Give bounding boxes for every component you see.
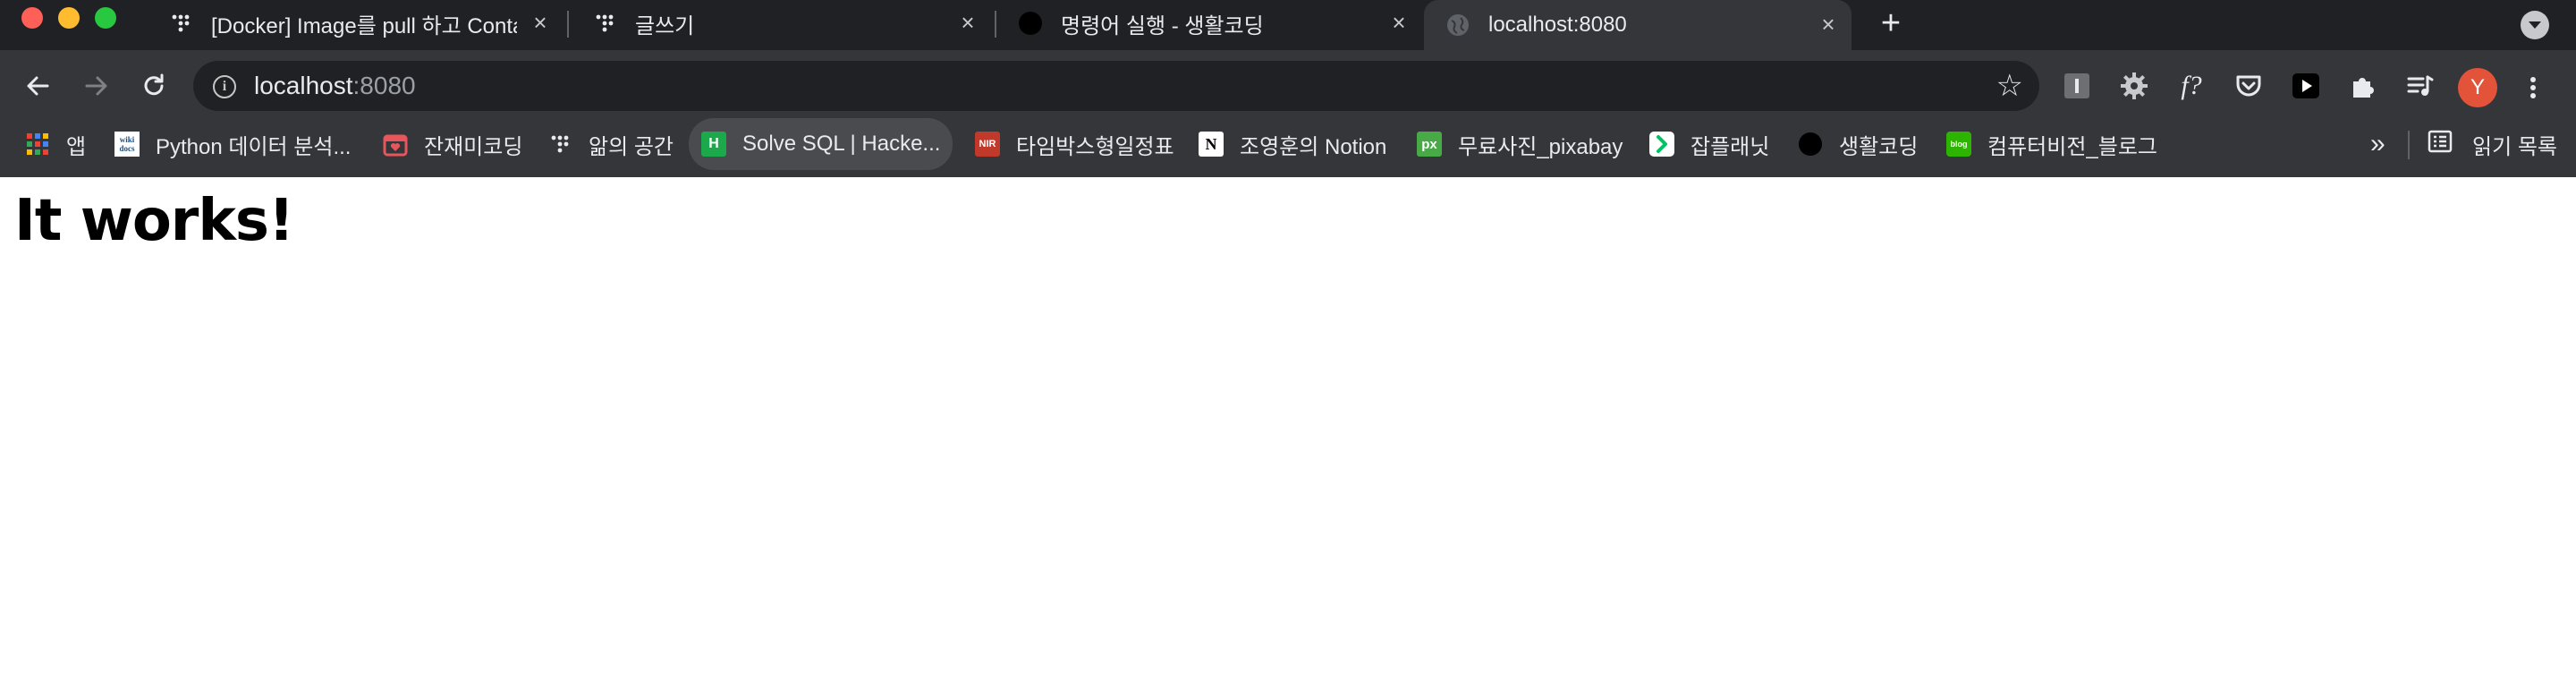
opentutorials-icon [1798,132,1823,157]
hackerrank-icon: H [701,132,726,157]
puzzle-icon[interactable] [2347,70,2379,102]
tab-title: 명령어 실행 - 생활코딩 [1061,13,1264,38]
page-viewport: It works! [0,177,2576,698]
tab-write[interactable]: 글쓰기 × [571,0,991,47]
bookmark-label: 타임박스형일정표 [1016,134,1174,159]
bookmark-notion[interactable]: N 조영훈의 Notion [1199,118,1386,170]
navigation-toolbar: i localhost:8080 ☆ f? Y [0,50,2576,122]
calendar-heart-icon [383,132,408,157]
reading-list-button[interactable]: 읽기 목록 [2428,118,2557,170]
bookmark-jobplanet[interactable]: 잡플래닛 [1649,118,1769,170]
formula-icon[interactable]: f? [2175,70,2207,102]
bookmark-label: 잡플래닛 [1690,134,1770,159]
nir-icon: NIR [975,132,1000,157]
media-list-icon[interactable] [2404,70,2436,102]
bookmark-label: 생활코딩 [1839,134,1919,159]
window-minimize-button[interactable] [58,7,80,29]
new-tab-button[interactable]: + [1873,5,1909,41]
bookmark-label: 컴퓨터비전_블로그 [1987,134,2157,159]
tab-search-button[interactable] [2521,11,2549,39]
window-close-button[interactable] [21,7,43,29]
reading-list-label: 읽기 목록 [2472,134,2557,159]
bookmark-janjaemi[interactable]: 잔재미코딩 [383,118,522,170]
bookmark-label: 무료사진_pixabay [1458,134,1623,159]
bookmarks-divider [2408,131,2410,159]
bookmarks-overflow-button[interactable]: » [2370,129,2385,159]
dots-logo-icon [547,132,572,157]
tab-title: 글쓰기 [635,13,695,38]
bookmark-opentutorials[interactable]: 생활코딩 [1798,118,1918,170]
reload-icon [144,73,164,96]
tab-divider [567,11,569,38]
bookmark-timebox[interactable]: NIR 타임박스형일정표 [975,118,1174,170]
pocket-icon[interactable] [2233,70,2265,102]
tab-close-icon[interactable]: × [957,11,979,34]
youtube-icon[interactable] [2290,70,2322,102]
pixabay-icon: px [1417,132,1442,157]
tab-divider [995,11,996,38]
bookmark-label: Python 데이터 분석... [156,134,352,159]
instapaper-icon[interactable] [2061,70,2093,102]
tab-localhost[interactable]: localhost:8080 × [1424,0,1852,50]
window-zoom-button[interactable] [95,7,116,29]
url-port: :8080 [352,72,416,99]
bookmark-label: 조영훈의 Notion [1240,134,1387,159]
bookmark-python-data[interactable]: wiki docs Python 데이터 분석... [114,118,351,170]
bookmark-solve-sql[interactable]: H Solve SQL | Hacke... [689,118,953,170]
bookmark-label: 앱 [66,134,87,159]
bookmark-pixabay[interactable]: px 무료사진_pixabay [1417,118,1623,170]
bookmark-apps[interactable]: 앱 [25,118,86,170]
tab-close-icon[interactable]: × [1388,11,1410,34]
url-text[interactable]: localhost:8080 [254,72,416,100]
bookmark-label: Solve SQL | Hacke... [742,132,941,156]
blog-icon: blog [1946,132,1971,157]
bookmark-cv-blog[interactable]: blog 컴퓨터비전_블로그 [1946,118,2157,170]
tab-command-exec[interactable]: 명령어 실행 - 생활코딩 × [1000,0,1422,47]
browser-menu-icon[interactable] [2524,68,2542,107]
site-info-icon[interactable]: i [213,75,236,98]
tab-close-icon[interactable]: × [530,11,551,34]
bookmark-label: 앎의 공간 [589,134,674,159]
tab-title: localhost:8080 [1488,13,1627,37]
dots-logo-icon [168,11,193,36]
apps-grid-icon [25,132,50,157]
back-arrow-icon [27,76,49,96]
globe-icon [1445,13,1470,38]
url-host: localhost [254,72,353,99]
reading-list-icon [2428,129,2453,160]
browser-chrome: [Docker] Image를 pull 하고 Container × 글쓰기 … [0,0,2576,177]
gear-extension-icon[interactable] [2118,70,2150,102]
jobplanet-icon [1649,132,1674,157]
bookmark-star-icon[interactable]: ☆ [1996,68,2023,104]
address-bar[interactable]: i localhost:8080 ☆ [193,61,2039,111]
bookmark-label: 잔재미코딩 [424,134,523,159]
tab-docker-image[interactable]: [Docker] Image를 pull 하고 Container × [154,0,564,47]
notion-icon: N [1199,132,1224,157]
opentutorials-icon [1018,11,1043,36]
tab-close-icon[interactable]: × [1818,13,1839,36]
tab-strip: [Docker] Image를 pull 하고 Container × 글쓰기 … [0,0,2576,50]
forward-arrow-icon [85,76,107,96]
page-heading: It works! [14,188,294,254]
profile-avatar[interactable]: Y [2458,68,2497,107]
reload-button[interactable] [134,66,174,106]
tab-title: [Docker] Image를 pull 하고 Container [211,13,517,38]
forward-button[interactable] [77,66,116,106]
wikidocs-icon: wiki docs [114,132,140,157]
back-button[interactable] [18,66,57,106]
bookmark-knowledge-space[interactable]: 앎의 공간 [547,118,674,170]
dots-logo-icon [592,11,617,36]
bookmarks-bar: 앱 wiki docs Python 데이터 분석... 잔재미코딩 앎의 공간 … [0,118,2576,174]
